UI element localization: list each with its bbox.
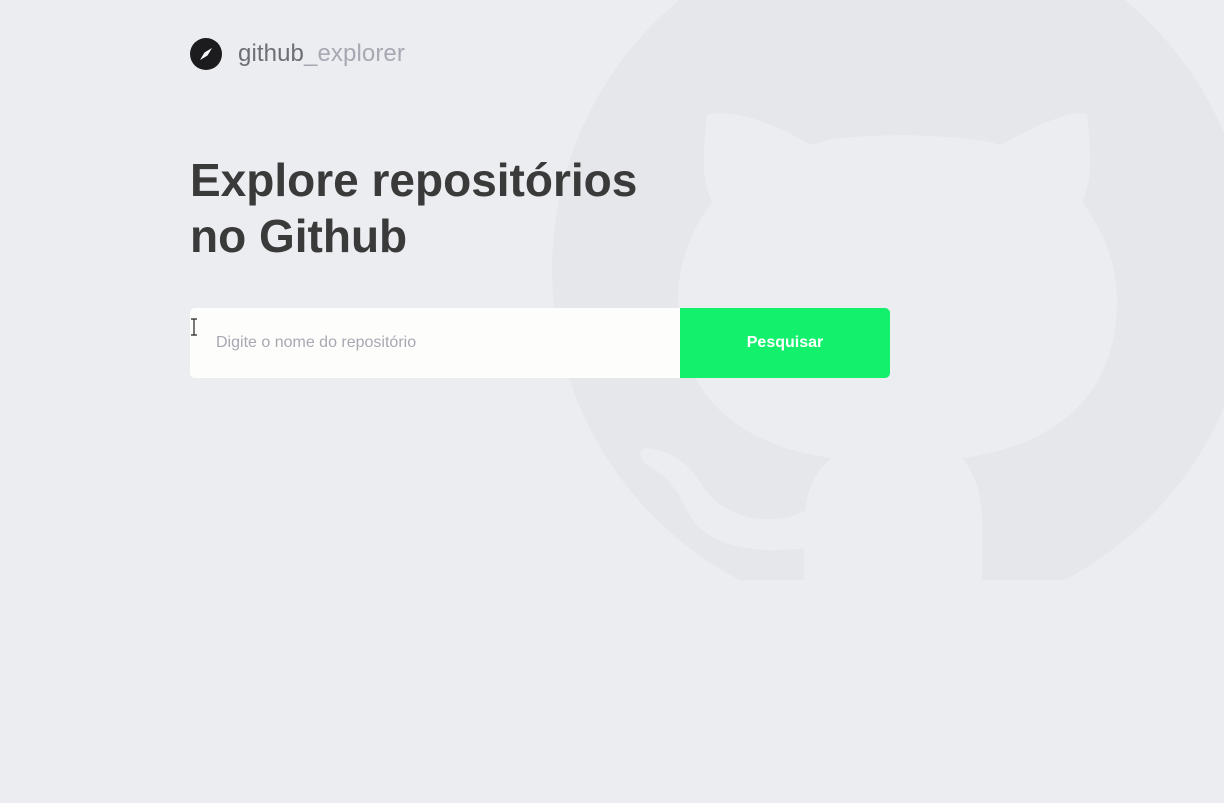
brand-name: github_explorer: [238, 38, 405, 70]
search-button[interactable]: Pesquisar: [680, 308, 890, 378]
brand-name-part1: github: [238, 40, 304, 67]
page-title: Explore repositórios no Github: [190, 154, 638, 262]
compass-icon: [190, 38, 222, 70]
search-form: Pesquisar: [190, 308, 890, 378]
search-input[interactable]: [190, 308, 680, 378]
brand-name-part2: _explorer: [304, 40, 405, 67]
main-container: github_explorer Explore repositórios no …: [190, 38, 910, 378]
brand-logo[interactable]: github_explorer: [190, 38, 910, 70]
